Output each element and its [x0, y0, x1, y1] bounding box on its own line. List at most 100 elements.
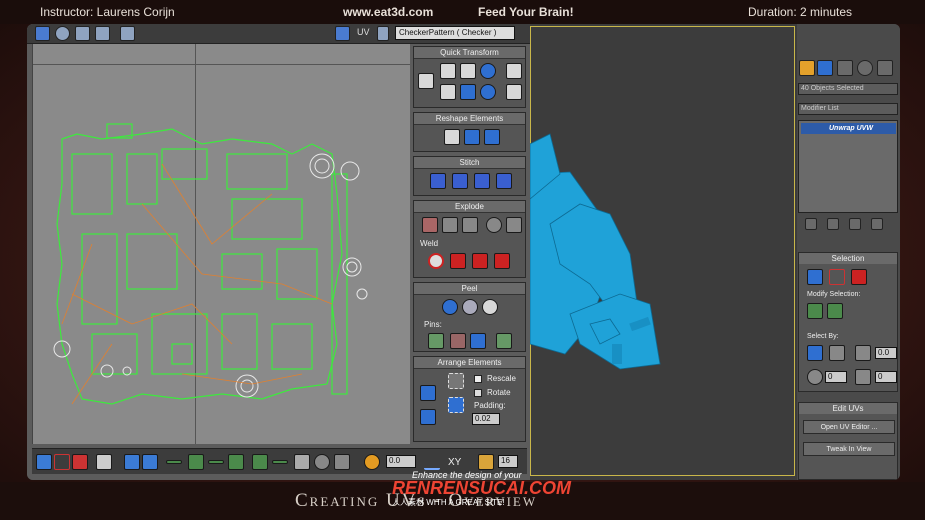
paint-select-icon[interactable]: [294, 454, 310, 470]
grow-selection-icon[interactable]: [807, 303, 823, 319]
rotate-checkbox[interactable]: [474, 389, 482, 397]
weld-threshold-icon[interactable]: [472, 253, 488, 269]
rotate-ccw-icon[interactable]: [480, 84, 496, 100]
unpin-icon[interactable]: [450, 333, 466, 349]
reshape-header[interactable]: Reshape Elements: [414, 113, 525, 125]
align-square-icon[interactable]: [460, 84, 476, 100]
grow-loop-icon[interactable]: [188, 454, 204, 470]
mirror-icon[interactable]: [120, 26, 135, 41]
selection-header[interactable]: Selection: [799, 253, 897, 264]
stitch-source-icon[interactable]: [474, 173, 490, 189]
uv-canvas[interactable]: [32, 44, 410, 444]
make-unique-icon[interactable]: [849, 218, 861, 230]
grid-spinner[interactable]: 16: [498, 455, 518, 468]
target-weld-icon[interactable]: [428, 253, 444, 269]
move-icon[interactable]: [35, 26, 50, 41]
rotate-icon[interactable]: [55, 26, 70, 41]
select-by-element-icon[interactable]: [807, 345, 823, 361]
stitch-average-icon[interactable]: [452, 173, 468, 189]
pack-settings-icon[interactable]: [448, 397, 464, 413]
edit-uvs-header[interactable]: Edit UVs: [799, 403, 897, 414]
line-icon[interactable]: [424, 454, 440, 470]
freeform-icon[interactable]: [95, 26, 110, 41]
brush-icon[interactable]: [334, 454, 350, 470]
shrink-icon[interactable]: [142, 454, 158, 470]
loop-icon[interactable]: [166, 460, 182, 464]
list-icon[interactable]: [377, 26, 389, 41]
select-by-smoothing-icon[interactable]: [807, 369, 823, 385]
show-end-result-icon[interactable]: [827, 218, 839, 230]
checker-icon[interactable]: [335, 26, 350, 41]
align-vertical-icon[interactable]: [460, 63, 476, 79]
element-mode-icon[interactable]: [96, 454, 112, 470]
face-mode-icon[interactable]: [72, 454, 88, 470]
relax-icon[interactable]: [464, 129, 480, 145]
material-spinner[interactable]: 0: [875, 371, 897, 383]
rescale-checkbox[interactable]: [474, 375, 482, 383]
display-tab-icon[interactable]: [877, 60, 893, 76]
hierarchy-tab-icon[interactable]: [837, 60, 853, 76]
pack-custom-icon[interactable]: [448, 373, 464, 389]
texture-dropdown[interactable]: CheckerPattern ( Checker ): [395, 26, 515, 40]
rotate-cw-icon[interactable]: [480, 63, 496, 79]
break-icon[interactable]: [422, 217, 438, 233]
weld-selected-icon[interactable]: [450, 253, 466, 269]
pin-stack-icon[interactable]: [805, 218, 817, 230]
vertex-select-icon[interactable]: [807, 269, 823, 285]
perspective-viewport[interactable]: [530, 24, 797, 480]
stitch-header[interactable]: Stitch: [414, 157, 525, 169]
soft-selection-spinner[interactable]: 0.0: [386, 455, 416, 468]
ignore-backfacing-icon[interactable]: [829, 345, 845, 361]
reset-peel-icon[interactable]: [482, 299, 498, 315]
planar-angle-icon[interactable]: [855, 345, 871, 361]
smoothing-spinner[interactable]: 0: [825, 371, 847, 383]
shrink-ring-icon[interactable]: [272, 460, 288, 464]
soft-selection-icon[interactable]: [364, 454, 380, 470]
create-tab-icon[interactable]: [799, 60, 815, 76]
spacing-vertical-icon[interactable]: [506, 84, 522, 100]
ring-icon[interactable]: [228, 454, 244, 470]
selection-info-field[interactable]: 40 Objects Selected: [798, 83, 898, 95]
brush-size-icon[interactable]: [314, 454, 330, 470]
spacing-horizontal-icon[interactable]: [506, 63, 522, 79]
explode-settings-icon[interactable]: [506, 217, 522, 233]
select-pins-icon[interactable]: [496, 333, 512, 349]
face-select-icon[interactable]: [851, 269, 867, 285]
pack-together-icon[interactable]: [420, 409, 436, 425]
set-pivot-icon[interactable]: [418, 73, 434, 89]
planar-angle-spinner[interactable]: 0.0: [875, 347, 897, 359]
weld-settings-icon[interactable]: [494, 253, 510, 269]
shrink-selection-icon[interactable]: [827, 303, 843, 319]
pin-selected-icon[interactable]: [428, 333, 444, 349]
pack-normalize-icon[interactable]: [420, 385, 436, 401]
grid-snap-icon[interactable]: [478, 454, 494, 470]
explode-to-flatten-icon[interactable]: [442, 217, 458, 233]
quick-transform-header[interactable]: Quick Transform: [414, 47, 525, 59]
grow-ring-icon[interactable]: [252, 454, 268, 470]
align-horizontal-icon[interactable]: [440, 63, 456, 79]
peel-mode-icon[interactable]: [462, 299, 478, 315]
stitch-settings-icon[interactable]: [496, 173, 512, 189]
auto-pin-icon[interactable]: [470, 333, 486, 349]
edge-select-icon[interactable]: [829, 269, 845, 285]
scale-icon[interactable]: [75, 26, 90, 41]
modifier-stack-item[interactable]: Unwrap UVW: [801, 123, 896, 134]
straighten-icon[interactable]: [444, 129, 460, 145]
explode-smoothing-icon[interactable]: [462, 217, 478, 233]
edge-mode-icon[interactable]: [54, 454, 70, 470]
arrange-header[interactable]: Arrange Elements: [414, 357, 525, 369]
shrink-loop-icon[interactable]: [208, 460, 224, 464]
vertex-mode-icon[interactable]: [36, 454, 52, 470]
modifier-list-dropdown[interactable]: Modifier List: [798, 103, 898, 115]
explode-material-icon[interactable]: [486, 217, 502, 233]
quick-peel-icon[interactable]: [442, 299, 458, 315]
stitch-target-icon[interactable]: [430, 173, 446, 189]
modify-tab-icon[interactable]: [817, 60, 833, 76]
padding-spinner[interactable]: 0.02: [472, 413, 500, 425]
select-by-material-icon[interactable]: [855, 369, 871, 385]
explode-header[interactable]: Explode: [414, 201, 525, 213]
tweak-in-view-button[interactable]: Tweak In View: [803, 442, 895, 456]
remove-modifier-icon[interactable]: [871, 218, 883, 230]
grow-icon[interactable]: [124, 454, 140, 470]
align-edge-icon[interactable]: [440, 84, 456, 100]
